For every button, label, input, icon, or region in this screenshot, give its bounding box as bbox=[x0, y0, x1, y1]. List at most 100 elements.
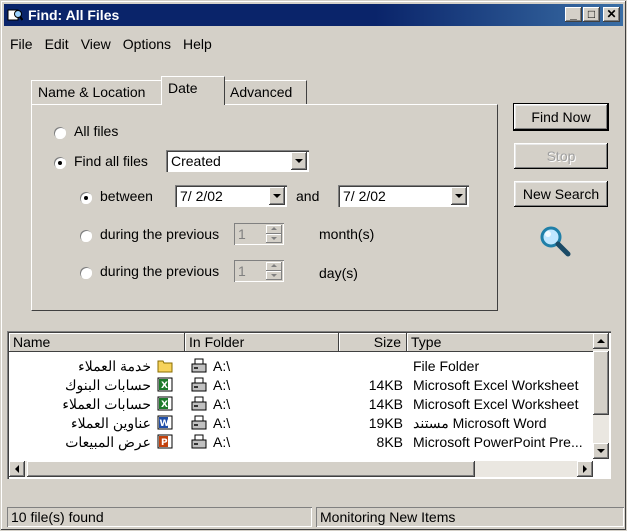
menu-file[interactable]: File bbox=[5, 34, 40, 54]
table-row[interactable]: X حسابات العملاء A:\ 14KB Microsoft Exce… bbox=[9, 395, 599, 413]
table-row[interactable]: P عرض المبيعات A:\ 8KB Microsoft PowerPo… bbox=[9, 433, 599, 451]
tab-date-label: Date bbox=[168, 80, 198, 96]
file-folder: A:\ bbox=[213, 434, 231, 450]
between-label[interactable]: between bbox=[100, 188, 153, 204]
days-value: 1 bbox=[238, 263, 246, 279]
days-unit-label: day(s) bbox=[319, 265, 358, 281]
new-search-button[interactable]: New Search bbox=[514, 181, 608, 207]
chevron-down-icon[interactable] bbox=[451, 187, 467, 205]
tab-name-location-label: Name & Location bbox=[38, 84, 146, 100]
scroll-down-icon[interactable] bbox=[593, 443, 609, 459]
stop-button[interactable]: Stop bbox=[514, 143, 608, 169]
drive-icon bbox=[191, 358, 207, 373]
months-stepper[interactable]: 1 bbox=[234, 223, 284, 245]
and-label: and bbox=[296, 188, 320, 204]
spin-down-icon[interactable] bbox=[266, 234, 282, 243]
results-list[interactable]: Name In Folder Size Type خدمة العملاء A:… bbox=[7, 331, 611, 479]
date-panel: All files Find all files Created between… bbox=[31, 104, 498, 311]
menu-edit-label: Edit bbox=[44, 36, 69, 52]
menu-view[interactable]: View bbox=[76, 34, 118, 54]
maximize-icon[interactable]: □ bbox=[583, 7, 600, 22]
magnifier-icon bbox=[540, 226, 571, 257]
find-all-files-radio[interactable] bbox=[54, 157, 66, 169]
menu-help[interactable]: Help bbox=[178, 34, 219, 54]
menu-bar: File Edit View Options Help bbox=[5, 34, 219, 54]
scroll-up-icon[interactable] bbox=[593, 333, 609, 349]
vertical-scrollbar[interactable] bbox=[593, 333, 609, 459]
folder-icon bbox=[157, 360, 173, 373]
word-icon: W bbox=[157, 415, 173, 430]
previous-months-radio[interactable] bbox=[80, 230, 92, 242]
file-name: عناوين العملاء bbox=[71, 415, 151, 431]
status-monitoring: Monitoring New Items bbox=[316, 507, 624, 527]
chevron-down-icon[interactable] bbox=[269, 187, 285, 205]
file-folder: A:\ bbox=[213, 415, 231, 431]
column-header-name[interactable]: Name bbox=[9, 333, 185, 352]
menu-options[interactable]: Options bbox=[118, 34, 178, 54]
powerpoint-icon: P bbox=[157, 434, 173, 449]
previous-months-label[interactable]: during the previous bbox=[100, 226, 219, 242]
previous-days-label[interactable]: during the previous bbox=[100, 263, 219, 279]
drive-icon bbox=[191, 415, 207, 430]
drive-icon bbox=[191, 434, 207, 449]
column-name-label: Name bbox=[13, 334, 51, 350]
horizontal-scroll-thumb[interactable] bbox=[27, 461, 475, 477]
stop-label: Stop bbox=[546, 148, 576, 164]
file-size: 14KB bbox=[368, 377, 403, 393]
excel-icon: X bbox=[157, 396, 173, 411]
spin-down-icon[interactable] bbox=[266, 271, 282, 280]
months-unit-label: month(s) bbox=[319, 226, 375, 242]
file-size: 8KB bbox=[376, 434, 403, 450]
column-header-folder[interactable]: In Folder bbox=[185, 333, 339, 352]
file-type: مستند Microsoft Word bbox=[413, 415, 547, 431]
table-row[interactable]: W عناوين العملاء A:\ 19KB مستند Microsof… bbox=[9, 414, 599, 432]
close-icon[interactable]: ✕ bbox=[603, 7, 620, 22]
status-monitoring-text: Monitoring New Items bbox=[320, 509, 456, 525]
spin-up-icon[interactable] bbox=[266, 225, 282, 234]
all-files-radio[interactable] bbox=[54, 127, 66, 139]
svg-text:W: W bbox=[160, 419, 170, 429]
horizontal-scrollbar[interactable] bbox=[9, 461, 593, 477]
all-files-label[interactable]: All files bbox=[74, 123, 118, 139]
file-type: Microsoft Excel Worksheet bbox=[413, 377, 579, 393]
svg-text:X: X bbox=[161, 381, 168, 391]
excel-icon: X bbox=[157, 377, 173, 392]
menu-edit[interactable]: Edit bbox=[40, 34, 76, 54]
column-header-type[interactable]: Type bbox=[407, 333, 595, 352]
column-type-label: Type bbox=[411, 334, 442, 350]
scroll-left-icon[interactable] bbox=[9, 461, 25, 477]
days-stepper[interactable]: 1 bbox=[234, 260, 284, 282]
table-row[interactable]: X حسابات البنوك A:\ 14KB Microsoft Excel… bbox=[9, 376, 599, 394]
months-value: 1 bbox=[238, 226, 246, 242]
to-date-select[interactable]: 7/ 2/02 bbox=[338, 185, 469, 207]
scroll-right-icon[interactable] bbox=[577, 461, 593, 477]
between-radio[interactable] bbox=[80, 192, 92, 204]
tab-name-location[interactable]: Name & Location bbox=[31, 80, 167, 104]
title-bar[interactable]: Find: All Files _ □ ✕ bbox=[4, 4, 623, 26]
svg-text:P: P bbox=[161, 438, 168, 448]
find-now-button[interactable]: Find Now bbox=[513, 103, 609, 131]
tab-advanced-label: Advanced bbox=[230, 84, 293, 100]
tab-date[interactable]: Date bbox=[161, 76, 225, 105]
from-date-value: 7/ 2/02 bbox=[180, 188, 223, 204]
chevron-down-icon[interactable] bbox=[291, 152, 307, 170]
file-type: Microsoft Excel Worksheet bbox=[413, 396, 579, 412]
spin-up-icon[interactable] bbox=[266, 262, 282, 271]
minimize-icon[interactable]: _ bbox=[565, 7, 582, 22]
table-row[interactable]: خدمة العملاء A:\ File Folder bbox=[9, 357, 599, 375]
find-all-files-label[interactable]: Find all files bbox=[74, 153, 148, 169]
file-folder: A:\ bbox=[213, 377, 231, 393]
file-folder: A:\ bbox=[213, 358, 231, 374]
previous-days-radio[interactable] bbox=[80, 267, 92, 279]
column-header-size[interactable]: Size bbox=[339, 333, 407, 352]
column-folder-label: In Folder bbox=[189, 334, 245, 350]
from-date-select[interactable]: 7/ 2/02 bbox=[175, 185, 287, 207]
to-date-value: 7/ 2/02 bbox=[343, 188, 386, 204]
drive-icon bbox=[191, 396, 207, 411]
tab-advanced[interactable]: Advanced bbox=[223, 80, 307, 104]
menu-options-label: Options bbox=[122, 36, 172, 52]
vertical-scroll-thumb[interactable] bbox=[593, 351, 609, 415]
svg-text:X: X bbox=[161, 400, 168, 410]
find-mode-select[interactable]: Created bbox=[166, 150, 309, 172]
file-type: File Folder bbox=[413, 358, 480, 374]
